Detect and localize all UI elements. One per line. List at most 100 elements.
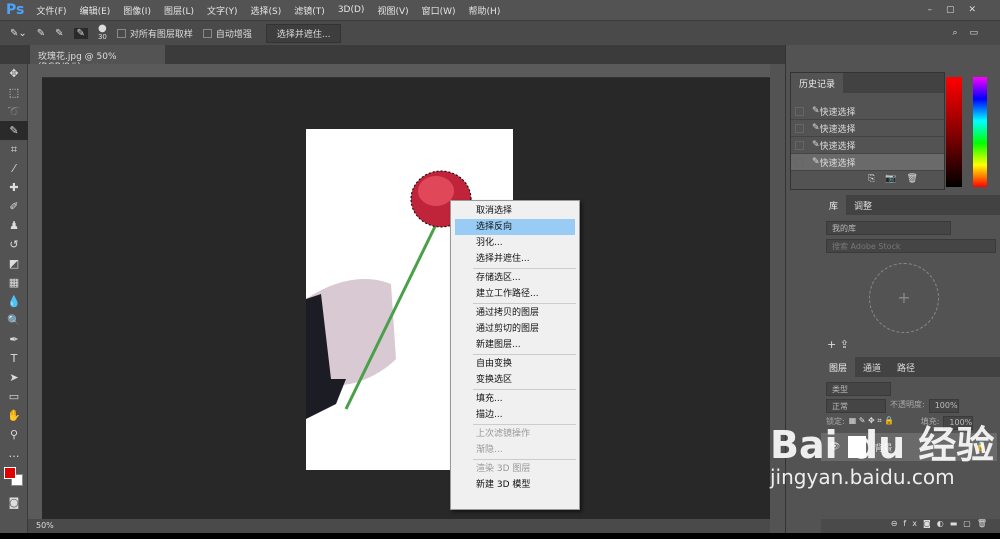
more-tools-icon[interactable]: … [0, 444, 28, 463]
tab-adjustments[interactable]: 调整 [846, 195, 880, 216]
eraser-tool-icon[interactable]: ◩ [0, 254, 28, 273]
quick-select-icon: ✎ [812, 123, 820, 133]
menu-item-select-inverse[interactable]: 选择反向 [455, 219, 575, 235]
quick-select-icon: ✎ [812, 157, 820, 167]
blur-tool-icon[interactable]: 💧 [0, 292, 28, 311]
history-actions[interactable]: ⎘📷🗑 [791, 171, 944, 187]
menu-item-feather[interactable]: 羽化... [451, 235, 579, 251]
menu-item-render-3d-layer: 渲染 3D 图层 [476, 464, 531, 474]
menu-item-new-layer[interactable]: 新建图层... [451, 337, 579, 353]
menu-item-free-transform[interactable]: 自由变换 [451, 356, 579, 372]
menu-separator [473, 389, 576, 390]
history-brush-icon[interactable]: ↺ [0, 235, 28, 254]
horizontal-ruler [28, 64, 770, 78]
menu-3d[interactable]: 3D(D) [338, 5, 365, 15]
menu-filter[interactable]: 滤镜(T) [294, 4, 325, 17]
menu-file[interactable]: 文件(F) [36, 4, 66, 17]
quick-mask-icon[interactable]: ◙ [0, 493, 28, 512]
menu-view[interactable]: 视图(V) [377, 4, 408, 17]
path-select-tool-icon[interactable]: ➤ [0, 368, 28, 387]
menu-edit[interactable]: 编辑(E) [80, 4, 111, 17]
tab-history[interactable]: 历史记录 [791, 73, 844, 94]
search-icon[interactable]: ⌕▭ [952, 28, 990, 38]
menu-select[interactable]: 选择(S) [251, 4, 282, 17]
marquee-tool-icon[interactable]: ⬚ [0, 83, 28, 102]
gradient-tool-icon[interactable]: ▦ [0, 273, 28, 292]
document-tab[interactable]: 玫瑰花.jpg @ 50%(RGB/8#) × [30, 45, 165, 72]
pen-tool-icon[interactable]: ✒ [0, 330, 28, 349]
lasso-tool-icon[interactable]: ➰ [0, 102, 28, 121]
crop-tool-icon[interactable]: ⌗ [0, 140, 28, 159]
menu-item-fill[interactable]: 填充... [451, 391, 579, 407]
menu-layer[interactable]: 图层(L) [164, 4, 194, 17]
tab-library[interactable]: 库 [821, 195, 847, 216]
subtract-selection-icon[interactable]: ✎ [73, 27, 88, 39]
menu-item-deselect[interactable]: 取消选择 [451, 203, 579, 219]
add-selection-icon[interactable]: ✎ [55, 28, 63, 39]
menu-item-fade: 渐隐... [476, 445, 503, 455]
history-item[interactable]: ✎ 快速选择 [791, 137, 944, 154]
brush-picker[interactable]: ● 30 [98, 24, 107, 42]
foreground-color[interactable] [4, 467, 16, 479]
history-item-label: 快速选择 [819, 141, 856, 152]
history-item[interactable]: ✎ 快速选择 [791, 103, 944, 120]
layer-actions-bar[interactable]: ⊖fx◙◐▬▢🗑 [821, 519, 1000, 533]
opacity-input[interactable]: 100% [928, 399, 959, 413]
shape-tool-icon[interactable]: ▭ [0, 387, 28, 406]
menu-item-new-3d-model[interactable]: 新建 3D 模型 [451, 477, 579, 493]
menu-window[interactable]: 窗口(W) [422, 4, 456, 17]
library-panel: 库调整 我的库 搜索 Adobe Stock + + ⇪ [821, 195, 1000, 355]
tab-paths[interactable]: 路径 [889, 357, 923, 378]
library-select[interactable]: 我的库 [826, 221, 951, 235]
menu-help[interactable]: 帮助(H) [469, 4, 501, 17]
menu-item-save-selection[interactable]: 存储选区... [451, 270, 579, 286]
sample-all-layers-checkbox[interactable] [116, 28, 126, 38]
menu-type[interactable]: 文字(Y) [207, 4, 238, 17]
menu-item-stroke[interactable]: 描边... [451, 407, 579, 423]
tools-panel: ✥ ⬚ ➰ ✎ ⌗ ⁄ ✚ ✐ ♟ ↺ ◩ ▦ 💧 🔍 ✒ T ➤ ▭ ✋ ⚲ … [0, 64, 28, 539]
eyedropper-tool-icon[interactable]: ⁄ [0, 159, 28, 178]
quick-select-tool-icon[interactable]: ✎ [0, 121, 28, 140]
type-tool-icon[interactable]: T [0, 349, 28, 368]
stamp-tool-icon[interactable]: ♟ [0, 216, 28, 235]
menu-separator [473, 268, 576, 269]
new-selection-icon[interactable]: ✎ [37, 28, 45, 39]
color-swatches[interactable] [0, 463, 27, 493]
baidu-watermark: Bai du 经验 jingyan.baidu.com [770, 425, 994, 489]
menu-separator [473, 354, 576, 355]
color-field[interactable] [946, 77, 962, 187]
history-tabstrip: 历史记录 [791, 73, 944, 94]
menu-separator [473, 424, 576, 425]
window-controls[interactable]: –▢✕ [927, 5, 990, 15]
menu-item-layer-via-cut[interactable]: 通过剪切的图层 [451, 321, 579, 337]
stock-search-input[interactable]: 搜索 Adobe Stock [826, 239, 996, 253]
dodge-tool-icon[interactable]: 🔍 [0, 311, 28, 330]
history-item[interactable]: ✎ 快速选择 [791, 120, 944, 137]
hand-tool-icon[interactable]: ✋ [0, 406, 28, 425]
menu-item-transform-selection[interactable]: 变换选区 [451, 372, 579, 388]
menu-item-last-filter: 上次滤镜操作 [476, 429, 531, 439]
move-tool-icon[interactable]: ✥ [0, 64, 28, 83]
create-library-icon[interactable]: + ⇪ [827, 338, 849, 351]
zoom-tool-icon[interactable]: ⚲ [0, 425, 28, 444]
quick-select-tool-preset-icon[interactable]: ✎⌄ [10, 28, 27, 39]
add-library-icon[interactable]: + [869, 263, 939, 333]
tab-channels[interactable]: 通道 [855, 357, 889, 378]
menu-item-select-and-mask[interactable]: 选择并遮住... [451, 251, 579, 267]
auto-enhance-checkbox[interactable] [202, 28, 212, 38]
zoom-level[interactable]: 50% [36, 521, 54, 530]
select-and-mask-button[interactable]: 选择并遮住... [265, 23, 342, 43]
healing-tool-icon[interactable]: ✚ [0, 178, 28, 197]
sample-all-layers-label: 对所有图层取样 [129, 29, 193, 40]
menu-image[interactable]: 图像(I) [123, 4, 151, 17]
tab-layers[interactable]: 图层 [821, 357, 856, 378]
layer-filter-select[interactable]: 类型 [826, 382, 891, 396]
quick-select-icon: ✎ [812, 106, 820, 116]
hue-slider[interactable] [973, 77, 987, 187]
brush-tool-icon[interactable]: ✐ [0, 197, 28, 216]
blend-mode-select[interactable]: 正常 [826, 399, 886, 413]
menu-item-make-work-path[interactable]: 建立工作路径... [451, 286, 579, 302]
menu-item-layer-via-copy[interactable]: 通过拷贝的图层 [451, 305, 579, 321]
context-menu: 取消选择 选择反向 羽化... 选择并遮住... 存储选区... 建立工作路径.… [450, 200, 580, 510]
history-item-current[interactable]: ✎ 快速选择 [791, 154, 944, 171]
